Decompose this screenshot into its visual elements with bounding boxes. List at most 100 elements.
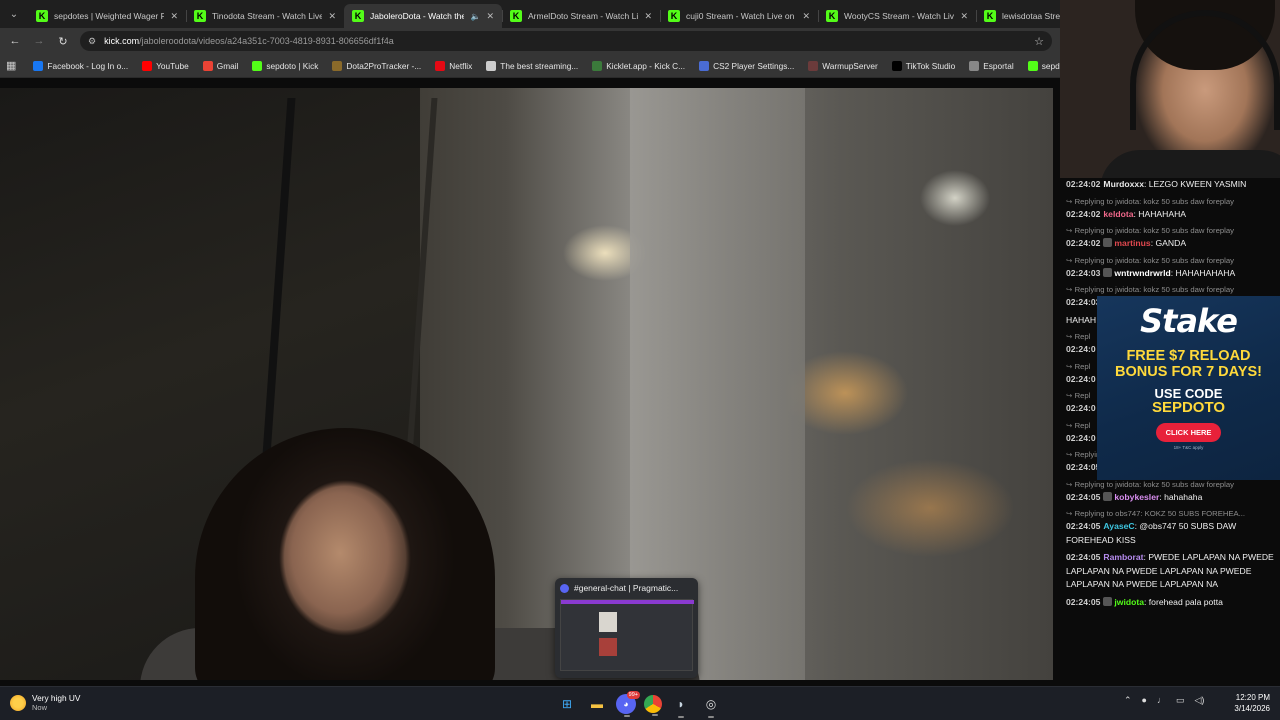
close-tab-icon[interactable]: ✕ [486, 11, 494, 22]
ad-headline: FREE $7 RELOAD BONUS FOR 7 DAYS! [1115, 348, 1262, 380]
bookmark-label: Esportal [983, 60, 1014, 71]
chevron-up-icon[interactable]: ⌃ [1124, 695, 1132, 706]
chat-message-text: HAHAHAHAHA [1175, 267, 1236, 278]
close-tab-icon[interactable]: ✕ [328, 11, 336, 22]
chat-timestamp: 02:24:02 [1066, 238, 1101, 248]
video-player[interactable]: #general-chat | Pragmatic... [0, 88, 1053, 680]
bookmark-item[interactable]: sepdoto | Kick [247, 60, 323, 71]
bookmark-item[interactable]: Facebook - Log In o... [28, 60, 133, 71]
chat-message[interactable]: Replying to jwidota: kokz 50 subs daw fo… [1066, 255, 1274, 281]
taskbar-apps: ⊞ ▬ ◕ 99+ ◗ ◎ [556, 691, 722, 718]
chrome-icon[interactable] [644, 695, 662, 716]
close-tab-icon[interactable]: ✕ [170, 11, 178, 22]
chat-reply-context[interactable]: Replying to obs747: KOKZ 50 SUBS FOREHEA… [1066, 508, 1274, 520]
browser-tab[interactable]: Kcuji0 Stream - Watch Live on Ki ✕ [660, 4, 818, 28]
chat-message[interactable]: Replying to jwidota: kokz 50 subs daw fo… [1066, 479, 1274, 505]
user-badge-icon [1103, 491, 1113, 501]
chat-message[interactable]: 02:24:05 jwidota: forehead pala potta [1066, 596, 1274, 610]
discord-notification-badge: 99+ [626, 691, 640, 699]
chat-reply-context[interactable]: Replying to jwidota: kokz 50 subs daw fo… [1066, 225, 1274, 237]
browser-tab[interactable]: K ArmelDoto Stream - Watch Live ✕ [502, 4, 660, 28]
close-tab-icon[interactable]: ✕ [644, 11, 652, 22]
chat-username[interactable]: Murdoxxx [1103, 179, 1144, 189]
tab-search-icon[interactable]: ⌄ [0, 0, 28, 28]
bookmark-item[interactable]: CS2 Player Settings... [694, 60, 799, 71]
bookmark-item[interactable]: WarmupServer [803, 60, 882, 71]
bookmarks-bar: ▦ Facebook - Log In o... YouTube Gmail sepd… [0, 54, 1106, 78]
weather-widget[interactable]: Very high UV Now [10, 693, 80, 712]
chat-username[interactable]: martinus [1114, 238, 1150, 248]
obs-icon[interactable]: ◎ [700, 693, 722, 718]
browser-tab[interactable]: Ksepdotes | Weighted Wager Ra ✕ [28, 4, 186, 28]
chat-timestamp: 02:24:03 [1066, 267, 1101, 278]
bookmark-item[interactable]: The best streaming... [481, 60, 583, 71]
bookmark-item[interactable]: Gmail [198, 60, 244, 71]
address-bar[interactable]: ⚙ kick.com/jaboleroodota/videos/a24a351c… [80, 31, 1052, 51]
chat-message-text: LEZGO KWEEN YASMIN [1148, 179, 1247, 189]
speaker-icon[interactable]: 🔈 [470, 12, 480, 21]
system-tray: ⌃ ● ♩ ▭ ◁) [1124, 695, 1204, 706]
bookmark-label: WarmupServer [822, 60, 878, 71]
chat-reply-context[interactable]: Replying to jwidota: kokz 50 subs daw fo… [1066, 255, 1274, 267]
tray-app-icon[interactable]: ● [1142, 695, 1147, 706]
clock-time: 12:20 PM [1235, 693, 1270, 702]
file-explorer-icon[interactable]: ▬ [586, 693, 608, 715]
windows-start-icon[interactable]: ⊞ [556, 693, 578, 715]
close-tab-icon[interactable]: ✕ [802, 11, 810, 22]
apps-grid-icon[interactable]: ▦ [6, 59, 16, 72]
chat-username[interactable]: Ramborat [1103, 552, 1143, 562]
chat-username[interactable]: kobykesler [1114, 492, 1159, 502]
chat-username[interactable]: keldota [1103, 209, 1133, 219]
ad-fine-print: 18+ T&C apply [1173, 445, 1204, 450]
chat-message[interactable]: Replying to jwidota: kokz 50 subs daw fo… [1066, 225, 1274, 251]
microphone-icon[interactable]: ♩ [1157, 695, 1166, 706]
chat-reply-context[interactable]: Replying to jwidota: kokz 50 subs daw fo… [1066, 284, 1274, 296]
chat-message[interactable]: Replying to obs747: KOKZ 50 SUBS FOREHEA… [1066, 508, 1274, 547]
chat-username[interactable]: AyaseC [1103, 521, 1134, 531]
bookmark-item[interactable]: Dota2ProTracker -... [327, 60, 426, 71]
bookmark-label: YouTube [156, 60, 189, 71]
kick-favicon-icon: K [194, 10, 206, 22]
tab-title: JaboleroDota - Watch the V [370, 11, 465, 21]
site-info-icon[interactable]: ⚙ [88, 36, 96, 47]
browser-tab[interactable]: K WootyCS Stream - Watch Live ✕ [818, 4, 976, 28]
bookmark-item[interactable]: Esportal [964, 60, 1018, 71]
browser-tab[interactable]: K Tinodota Stream - Watch Live o ✕ [186, 4, 344, 28]
discord-icon[interactable]: ◕ 99+ [616, 691, 640, 717]
dota-icon [332, 60, 343, 71]
steam-icon[interactable]: ◗ [670, 693, 692, 718]
tab-title: ArmelDoto Stream - Watch Live [528, 11, 639, 21]
discord-preview-thumbnail [560, 599, 694, 671]
chat-username[interactable]: jwidota [1114, 597, 1144, 607]
url-text[interactable]: kick.com/jaboleroodota/videos/a24a351c-7… [104, 36, 1026, 46]
tiktok-icon [891, 60, 902, 71]
back-icon[interactable]: ← [8, 34, 22, 48]
volume-icon[interactable]: ◁) [1195, 695, 1205, 706]
bookmark-star-icon[interactable]: ☆ [1034, 35, 1044, 48]
chat-message[interactable]: 02:24:05 Ramborat: PWEDE LAPLAPAN NA PWED… [1066, 551, 1274, 592]
kicklet-icon [592, 60, 603, 71]
clock[interactable]: 12:20 PM 3/14/2026 [1226, 692, 1270, 714]
chat-timestamp: 02:24:02 [1066, 179, 1101, 189]
bookmark-item[interactable]: YouTube [137, 60, 194, 71]
bookmark-item[interactable]: Kicklet.app - Kick C... [587, 60, 690, 71]
network-icon[interactable]: ▭ [1176, 695, 1185, 706]
chat-reply-context[interactable]: Replying to jwidota: kokz 50 subs daw fo… [1066, 196, 1274, 208]
bookmark-item[interactable]: Netflix [430, 60, 477, 71]
chat-reply-context[interactable]: Replying to jwidota: kokz 50 subs daw fo… [1066, 479, 1274, 491]
chat-username[interactable]: wntrwndrwrld [1114, 268, 1170, 278]
chat-message[interactable]: 02:24:02 Murdoxxx: LEZGO KWEEN YASMIN [1066, 178, 1274, 192]
bookmark-item[interactable]: TikTok Studio [887, 60, 961, 71]
chat-message[interactable]: Replying to jwidota: kokz 50 subs daw fo… [1066, 196, 1274, 222]
ad-cta-button[interactable]: CLICK HERE [1155, 423, 1222, 442]
stake-ad-banner[interactable]: Stake FREE $7 RELOAD BONUS FOR 7 DAYS! U… [1097, 296, 1280, 480]
bookmark-label: Gmail [216, 60, 239, 71]
chat-message-text: GANDA [1155, 238, 1187, 248]
close-tab-icon[interactable]: ✕ [960, 11, 968, 22]
forward-icon[interactable]: → [32, 34, 46, 48]
esportal-icon [969, 60, 980, 71]
browser-tab[interactable]: K JaboleroDota - Watch the V 🔈 ✕ [344, 4, 502, 28]
chat-timestamp: 02:24:05 [1066, 552, 1101, 562]
reload-icon[interactable]: ↻ [56, 34, 70, 48]
discord-window-preview[interactable]: #general-chat | Pragmatic... [555, 578, 698, 678]
